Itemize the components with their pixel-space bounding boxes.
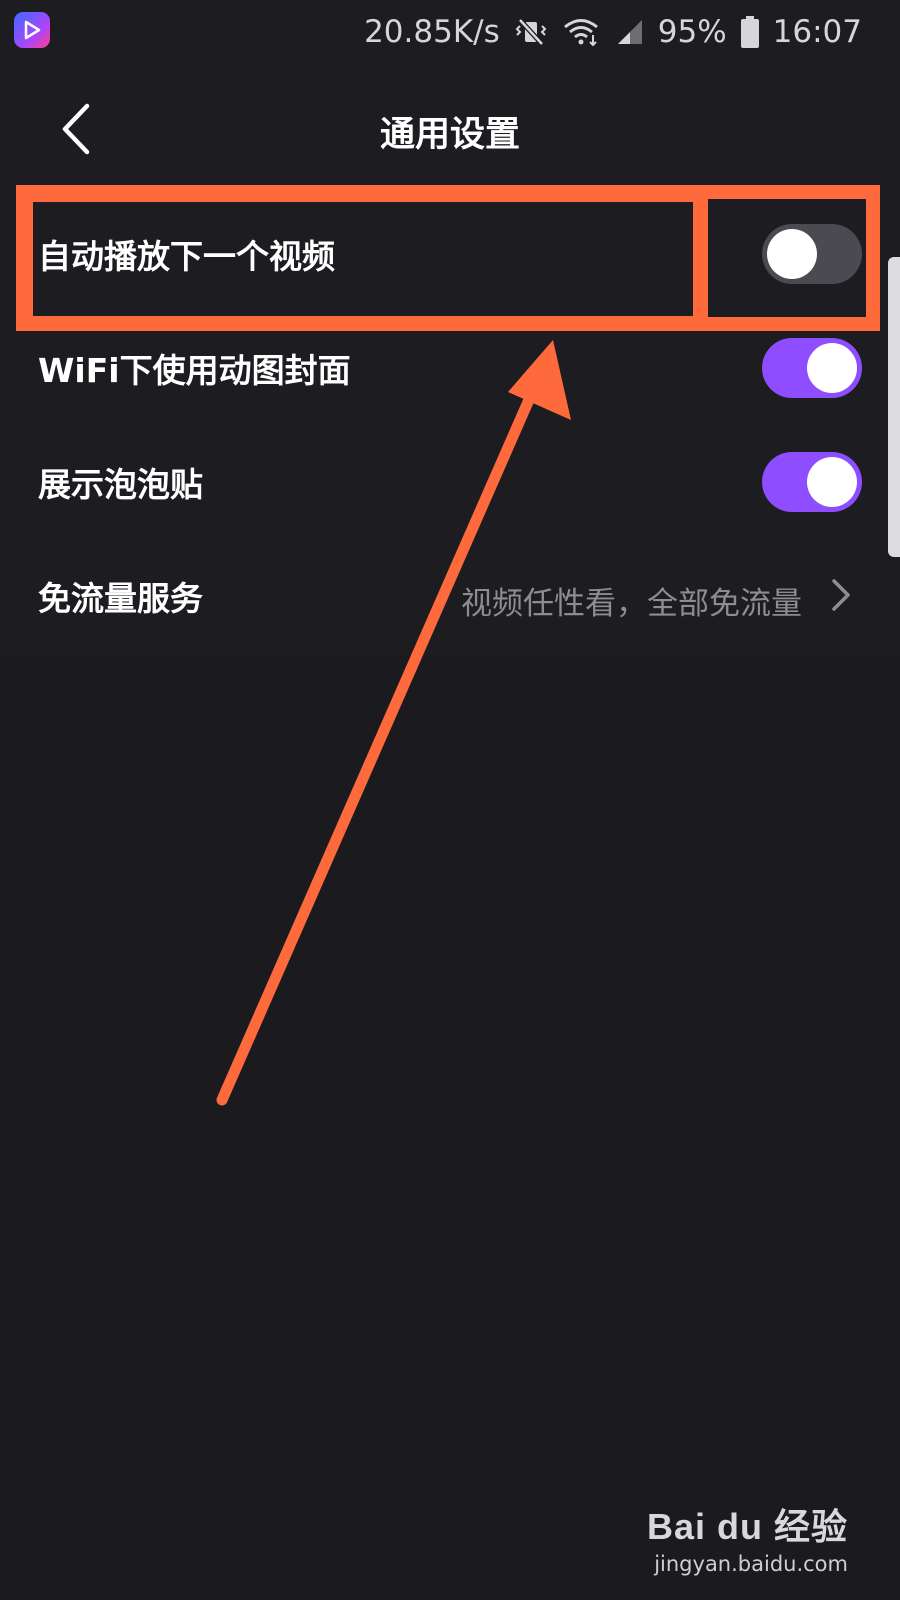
watermark-logo: Bai du 经验 bbox=[646, 1506, 848, 1547]
screen: 20.85K/s 95% 16:07 通用设置 自动播放下一个视频 WiFi下使… bbox=[0, 0, 900, 1600]
annotation-arrow bbox=[216, 340, 571, 1106]
watermark: Bai du 经验 jingyan.baidu.com bbox=[647, 1498, 848, 1576]
watermark-url: jingyan.baidu.com bbox=[654, 1552, 848, 1576]
